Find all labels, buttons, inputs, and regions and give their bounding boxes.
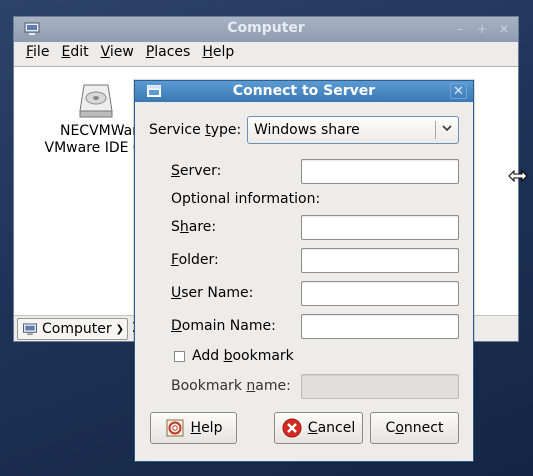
chevron-down-icon: ❯ [115,323,124,335]
user-name-label: User Name: [171,285,254,301]
close-icon[interactable]: ✕ [450,83,467,99]
location-combo[interactable]: Computer ❯ [17,318,128,340]
menu-places[interactable]: Places [140,42,197,66]
help-button[interactable]: Help [150,412,237,444]
server-label: Server: [171,163,222,179]
optional-information-label: Optional information: [171,191,321,207]
cancel-icon [282,418,302,438]
domain-name-label: Domain Name: [171,318,276,334]
chevron-down-icon [442,125,452,132]
connect-to-server-dialog: Connect to Server ✕ Service type: Window… [134,80,474,462]
menu-edit[interactable]: Edit [55,42,94,66]
folder-input[interactable] [301,248,459,273]
minimize-icon[interactable]: – [452,22,468,36]
dialog-title-bar[interactable]: Connect to Server ✕ [135,81,473,102]
folder-label: Folder: [171,252,219,268]
computer-title-bar[interactable]: Computer – + ✕ [14,17,518,42]
menu-view[interactable]: View [95,42,140,66]
bookmark-name-label: Bookmark name: [171,378,291,394]
service-type-combo[interactable]: Windows share [247,116,459,144]
maximize-icon[interactable]: + [474,22,490,36]
bookmark-name-input [301,374,459,399]
add-bookmark-checkbox[interactable] [174,351,185,362]
location-label: Computer [42,321,112,337]
connect-button[interactable]: Connect [370,412,459,444]
resize-cursor-icon [508,169,528,183]
close-icon[interactable]: ✕ [496,22,512,36]
help-icon [166,419,184,437]
menu-help[interactable]: Help [196,42,240,66]
share-label: Share: [171,219,217,235]
domain-name-input[interactable] [301,314,459,339]
service-type-label: Service type: [149,122,242,138]
cancel-button[interactable]: Cancel [274,412,363,444]
dialog-title: Connect to Server [232,83,376,99]
service-type-value: Windows share [254,122,360,138]
share-input[interactable] [301,215,459,240]
computer-window-title: Computer [227,20,305,36]
menu-file[interactable]: File [20,42,55,66]
server-input[interactable] [301,159,459,184]
cd-drive-icon[interactable] [76,81,116,121]
computer-icon [23,322,37,335]
user-name-input[interactable] [301,281,459,306]
add-bookmark-label[interactable]: Add bookmark [192,348,294,364]
menu-bar: File Edit View Places Help [14,42,518,66]
